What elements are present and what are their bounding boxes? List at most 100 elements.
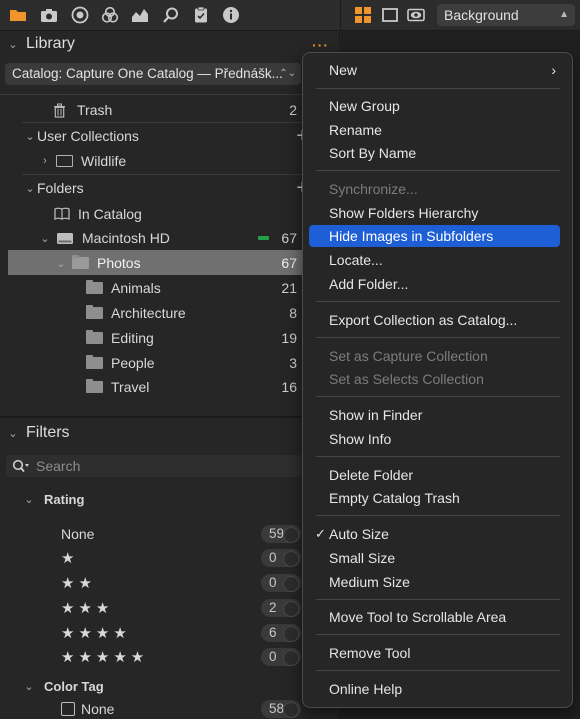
menu-item-export-collection[interactable]: Export Collection as Catalog... (309, 309, 560, 331)
menu-item-locate[interactable]: Locate... (309, 249, 560, 271)
color-tag-row-none[interactable]: None 58 (61, 697, 311, 719)
checkmark-icon: ✓ (315, 526, 326, 541)
collection-item-wildlife[interactable]: › Wildlife (38, 149, 126, 173)
grid-view-icon[interactable] (354, 6, 372, 24)
collection-folder-icon (56, 155, 73, 167)
clipboard-icon[interactable] (192, 6, 210, 24)
menu-item-label: Online Help (329, 681, 403, 697)
rating-label: Rating (44, 491, 85, 507)
chevron-right-icon[interactable]: › (38, 155, 52, 167)
menu-item-medium-size[interactable]: Medium Size (309, 571, 560, 593)
chevron-down-icon[interactable]: ⌄ (54, 257, 68, 270)
menu-item-new-group[interactable]: New Group (309, 95, 560, 117)
menu-separator (316, 634, 560, 635)
chevron-down-icon[interactable]: ⌄ (6, 38, 20, 51)
folder-icon[interactable] (9, 6, 27, 24)
folder-icon (86, 305, 103, 319)
folder-item-photos[interactable]: ⌄ Photos 67 (54, 251, 297, 275)
menu-item-label: Medium Size (329, 574, 410, 590)
menu-item-online-help[interactable]: Online Help (309, 678, 560, 700)
folder-count: 16 (281, 379, 297, 395)
filter-search-box[interactable] (6, 455, 302, 477)
chevron-down-icon[interactable]: ⌄ (23, 182, 37, 195)
in-catalog-item[interactable]: In Catalog (54, 202, 142, 226)
trash-item[interactable]: Trash 2 (52, 98, 297, 122)
search-icon[interactable] (162, 6, 180, 24)
rating-row-4-stars[interactable]: ★★★★ 6 (61, 621, 311, 645)
camera-icon[interactable] (40, 6, 58, 24)
star-rating: ★ (61, 550, 79, 567)
rating-row-none[interactable]: None 59 (61, 522, 311, 546)
folder-item-people[interactable]: People 3 (86, 351, 297, 375)
search-icon (12, 459, 29, 473)
menu-item-label: Set as Capture Collection (329, 348, 488, 364)
menu-item-synchronize: Synchronize... (309, 178, 560, 200)
chevron-down-icon[interactable]: ⌄ (22, 493, 36, 506)
folder-item-editing[interactable]: Editing 19 (86, 326, 297, 350)
rating-header[interactable]: ⌄ Rating (22, 487, 84, 511)
menu-item-show-info[interactable]: Show Info (309, 428, 560, 450)
library-title: Library (26, 35, 75, 52)
menu-item-hide-images-in-subfolders[interactable]: Hide Images in Subfolders (309, 225, 560, 247)
menu-item-label: Show Folders Hierarchy (329, 205, 479, 221)
rating-row-label: None (61, 526, 95, 542)
chevron-down-icon[interactable]: ⌄ (22, 680, 36, 693)
menu-separator (316, 515, 560, 516)
menu-item-new[interactable]: New › (309, 59, 560, 81)
menu-item-delete-folder[interactable]: Delete Folder (309, 464, 560, 486)
menu-item-set-as-selects-collection: Set as Selects Collection (309, 368, 560, 390)
menu-item-remove-tool[interactable]: Remove Tool (309, 642, 560, 664)
menu-item-label: New Group (329, 98, 400, 114)
more-dots-icon[interactable]: ··· (312, 37, 329, 53)
menu-item-move-tool-to-scrollable-area[interactable]: Move Tool to Scrollable Area (309, 606, 560, 628)
chevron-down-icon[interactable]: ⌄ (38, 232, 52, 245)
user-collections-header[interactable]: ⌄ User Collections + (23, 124, 308, 148)
menu-item-label: Synchronize... (329, 181, 418, 197)
folders-header[interactable]: ⌄ Folders + (23, 176, 308, 200)
eye-icon[interactable] (407, 6, 425, 24)
histogram-icon[interactable] (131, 6, 149, 24)
menu-item-small-size[interactable]: Small Size (309, 547, 560, 569)
menu-item-show-folders-hierarchy[interactable]: Show Folders Hierarchy (309, 202, 560, 224)
color-tag-header[interactable]: ⌄ Color Tag (22, 674, 103, 698)
rating-row-3-stars[interactable]: ★★★ 2 (61, 596, 311, 620)
checkbox[interactable] (61, 702, 75, 716)
folder-count: 19 (281, 330, 297, 346)
color-tag-none-label: None (81, 701, 115, 717)
rating-row-2-stars[interactable]: ★★ 0 (61, 571, 311, 595)
menu-item-add-folder[interactable]: Add Folder... (309, 273, 560, 295)
star-rating: ★★ (61, 575, 96, 592)
menu-item-show-in-finder[interactable]: Show in Finder (309, 404, 560, 426)
folder-item-travel[interactable]: Travel 16 (86, 375, 297, 399)
rating-row-5-stars[interactable]: ★★★★★ 0 (61, 645, 311, 669)
menu-item-empty-catalog-trash[interactable]: Empty Catalog Trash (309, 487, 560, 509)
rating-row-1-star[interactable]: ★ 0 (61, 546, 311, 570)
background-select[interactable]: Background ▲▼ (437, 4, 575, 42)
folder-item-animals[interactable]: Animals 21 (86, 276, 297, 300)
folder-count: 3 (289, 355, 297, 371)
single-view-icon[interactable] (381, 6, 399, 24)
library-header[interactable]: ⌄ Library (6, 32, 75, 56)
menu-item-auto-size[interactable]: ✓ Auto Size (309, 523, 560, 545)
chevron-down-icon[interactable]: ⌄ (23, 130, 37, 143)
folder-item-architecture[interactable]: Architecture 8 (86, 301, 297, 325)
info-icon[interactable] (222, 6, 240, 24)
menu-item-sort-by-name[interactable]: Sort By Name (309, 142, 560, 164)
lens-icon[interactable] (71, 6, 89, 24)
volume-count: 67 (281, 230, 297, 246)
chevron-down-icon[interactable]: ⌄ (6, 427, 20, 440)
filter-search-input[interactable] (36, 458, 276, 474)
trash-count: 2 (289, 102, 297, 118)
menu-item-label: Export Collection as Catalog... (329, 312, 518, 328)
folder-label: People (111, 355, 155, 371)
filters-header[interactable]: ⌄ Filters (6, 421, 69, 445)
trash-icon (54, 103, 65, 118)
color-balance-icon[interactable] (101, 6, 119, 24)
catalog-select[interactable]: Catalog: Capture One Catalog — Přednášk.… (5, 63, 301, 85)
folder-icon (86, 280, 103, 294)
folder-count: 21 (281, 280, 297, 296)
menu-item-label: Sort By Name (329, 145, 417, 161)
menu-item-rename[interactable]: Rename (309, 119, 560, 141)
volume-item-macintosh-hd[interactable]: ⌄ Macintosh HD 67 (38, 226, 297, 250)
rating-count-pill: 59 (261, 525, 301, 543)
